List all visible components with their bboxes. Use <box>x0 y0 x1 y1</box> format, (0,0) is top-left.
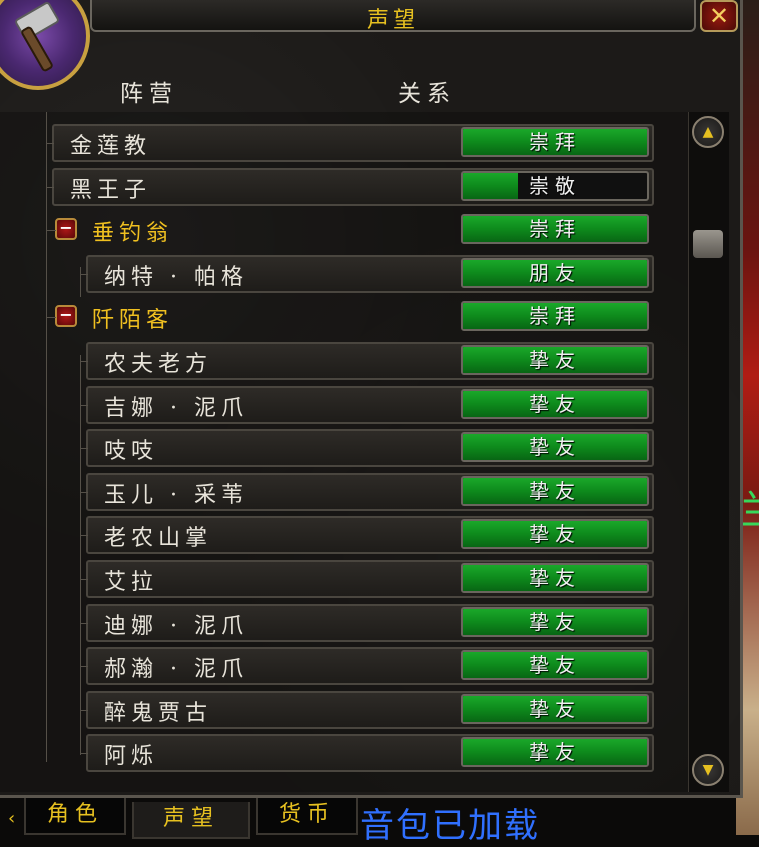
faction-name: 垂钓翁 <box>92 221 174 246</box>
tree-line <box>46 230 56 231</box>
standing-bar: 挚友 <box>461 607 649 637</box>
faction-row[interactable]: 吉娜 · 泥爪 挚友 <box>0 386 690 424</box>
standing-bar: 挚友 <box>461 563 649 593</box>
tree-line <box>80 274 88 275</box>
faction-row[interactable]: 农夫老方 挚友 <box>0 342 690 380</box>
faction-name: 玉儿 · 采苇 <box>104 483 248 508</box>
collapse-minus-icon[interactable]: − <box>55 305 77 327</box>
faction-name: 醉鬼贾古 <box>104 701 213 726</box>
standing-label: 挚友 <box>529 653 581 677</box>
faction-column-header[interactable]: 阵营 <box>120 74 178 108</box>
standing-label: 挚友 <box>529 610 581 634</box>
standing-label: 崇拜 <box>529 217 581 241</box>
tree-line <box>46 317 56 318</box>
faction-row[interactable]: 郝瀚 · 泥爪 挚友 <box>0 647 690 685</box>
scroll-thumb[interactable] <box>693 230 723 258</box>
faction-row[interactable]: 醉鬼贾古 挚友 <box>0 691 690 729</box>
standing-column-header[interactable]: 关系 <box>398 74 456 108</box>
faction-name: 吉娜 · 泥爪 <box>104 396 248 421</box>
standing-label: 挚友 <box>529 392 581 416</box>
faction-row[interactable]: 金莲教 崇拜 <box>0 124 690 162</box>
faction-row[interactable]: 黑王子 崇敬 <box>0 168 690 206</box>
faction-name: 迪娜 · 泥爪 <box>104 614 248 639</box>
standing-bar: 崇拜 <box>461 301 649 331</box>
standing-label: 崇拜 <box>529 304 581 328</box>
collapse-minus-icon[interactable]: − <box>55 218 77 240</box>
tree-line <box>46 143 54 144</box>
standing-label: 崇拜 <box>529 130 581 154</box>
standing-bar: 挚友 <box>461 476 649 506</box>
faction-name: 吱吱 <box>104 439 159 464</box>
faction-row[interactable]: 纳特 · 帕格 朋友 <box>0 255 690 293</box>
faction-name: 农夫老方 <box>104 352 213 377</box>
reputation-window: 声望 ✕ 阵营 关系 金莲教 崇拜 黑王子 崇敬 − 垂钓翁 崇拜 纳特 · 帕格 朋友 − 阡陌客… <box>0 0 743 798</box>
standing-label: 崇敬 <box>529 174 581 198</box>
tree-line <box>80 666 88 667</box>
tree-line <box>80 405 88 406</box>
faction-name: 阡陌客 <box>92 308 174 333</box>
standing-label: 挚友 <box>529 435 581 459</box>
tab-currency[interactable]: 货币 <box>256 798 358 835</box>
standing-bar: 挚友 <box>461 694 649 724</box>
tree-line <box>80 361 88 362</box>
faction-name: 金莲教 <box>70 134 152 159</box>
standing-label: 挚友 <box>529 522 581 546</box>
tree-line <box>80 448 88 449</box>
tab-reputation[interactable]: 声望 <box>132 802 250 839</box>
faction-name: 黑王子 <box>70 178 152 203</box>
standing-bar: 挚友 <box>461 650 649 680</box>
faction-header-row[interactable]: − 垂钓翁 崇拜 <box>0 211 690 249</box>
standing-bar: 挚友 <box>461 432 649 462</box>
faction-row[interactable]: 迪娜 · 泥爪 挚友 <box>0 604 690 642</box>
faction-name: 老农山掌 <box>104 526 213 551</box>
standing-bar: 挚友 <box>461 519 649 549</box>
standing-bar: 挚友 <box>461 737 649 767</box>
scroll-down-button[interactable]: ▼ <box>692 754 724 786</box>
scrollbar[interactable]: ▲ ▼ <box>688 112 729 792</box>
standing-label: 挚友 <box>529 348 581 372</box>
standing-label: 朋友 <box>529 261 581 285</box>
faction-row[interactable]: 艾拉 挚友 <box>0 560 690 598</box>
faction-name: 纳特 · 帕格 <box>104 265 248 290</box>
faction-row[interactable]: 阿烁 挚友 <box>0 734 690 772</box>
standing-bar: 挚友 <box>461 345 649 375</box>
tab-character[interactable]: 角色 <box>24 798 126 835</box>
faction-row[interactable]: 玉儿 · 采苇 挚友 <box>0 473 690 511</box>
tree-line <box>46 187 54 188</box>
standing-bar: 朋友 <box>461 258 649 288</box>
scroll-up-button[interactable]: ▲ <box>692 116 724 148</box>
tree-line <box>80 535 88 536</box>
title-bar[interactable]: 声望 <box>90 0 696 33</box>
standing-label: 挚友 <box>529 740 581 764</box>
standing-bar: 挚友 <box>461 389 649 419</box>
tree-line <box>80 623 88 624</box>
standing-bar: 崇敬 <box>461 171 649 201</box>
close-button[interactable]: ✕ <box>700 0 738 32</box>
tree-line <box>80 492 88 493</box>
standing-bar: 崇拜 <box>461 127 649 157</box>
standing-label: 挚友 <box>529 566 581 590</box>
faction-name: 郝瀚 · 泥爪 <box>104 657 248 682</box>
standing-label: 挚友 <box>529 479 581 503</box>
faction-name: 阿烁 <box>104 744 159 769</box>
reputation-list: 金莲教 崇拜 黑王子 崇敬 − 垂钓翁 崇拜 纳特 · 帕格 朋友 − 阡陌客 崇拜 农夫老方 挚友 吉娜 … <box>0 112 690 792</box>
standing-label: 挚友 <box>529 697 581 721</box>
faction-name: 艾拉 <box>104 570 159 595</box>
standing-bar: 崇拜 <box>461 214 649 244</box>
hammer-portrait-icon <box>0 0 90 90</box>
window-title: 声望 <box>366 8 419 33</box>
faction-header-row[interactable]: − 阡陌客 崇拜 <box>0 298 690 336</box>
faction-row[interactable]: 老农山掌 挚友 <box>0 516 690 554</box>
tree-line <box>80 753 88 754</box>
faction-row[interactable]: 吱吱 挚友 <box>0 429 690 467</box>
addon-loaded-message: 音包已加载 <box>360 806 540 846</box>
tree-line <box>80 710 88 711</box>
tree-line <box>80 579 88 580</box>
